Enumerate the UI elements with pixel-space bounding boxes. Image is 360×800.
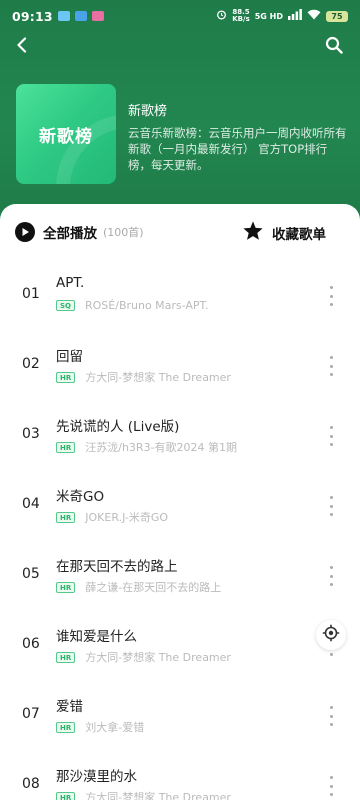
wifi-icon	[307, 9, 321, 23]
more-vertical-icon[interactable]	[326, 284, 336, 308]
star-icon	[242, 220, 264, 246]
locate-current-button[interactable]	[316, 620, 346, 650]
track-row[interactable]: 08 那沙漠里的水 HR 方大同-梦想家 The Dreamer	[0, 752, 360, 800]
chevron-left-icon	[15, 37, 29, 57]
track-number: 07	[22, 706, 40, 722]
signal-label: 5G HD	[254, 11, 283, 21]
playlist-header: 09:13 88.5 KB/s 5G HD 75 新歌榜 新歌榜 云音乐新歌榜：…	[0, 0, 360, 230]
track-title: 谁知爱是什么	[56, 629, 137, 645]
collect-playlist-button[interactable]: 收藏歌单	[242, 220, 326, 246]
track-number: 06	[22, 636, 40, 652]
quality-badge: HR	[56, 721, 76, 733]
collect-label: 收藏歌单	[272, 227, 326, 243]
playlist-cover-text: 新歌榜	[39, 126, 93, 147]
track-meta: SQ ROSÉ/Bruno Mars-APT.	[56, 299, 208, 312]
track-title: 回留	[56, 349, 83, 365]
playlist-title: 新歌榜	[128, 104, 168, 119]
locate-icon	[322, 624, 340, 646]
play-circle-icon	[15, 222, 35, 242]
nav-bar	[0, 32, 360, 62]
track-number: 03	[22, 426, 40, 442]
track-row[interactable]: 03 先说谎的人 (Live版) HR 汪苏泷/h3R3-有歌2024 第1期	[0, 402, 360, 472]
playlist-description[interactable]: 云音乐新歌榜：云音乐用户一周内收听所有新歌（一月内最新发行） 官方TOP排行榜，…	[128, 125, 350, 173]
track-title: APT.	[56, 275, 85, 291]
more-vertical-icon[interactable]	[326, 774, 336, 798]
more-vertical-icon[interactable]	[326, 354, 336, 378]
track-row[interactable]: 05 在那天回不去的路上 HR 薛之谦-在那天回不去的路上	[0, 542, 360, 612]
more-vertical-icon[interactable]	[326, 704, 336, 728]
play-all-label: 全部播放	[43, 226, 97, 242]
alarm-icon	[216, 9, 227, 23]
track-artist-album: 汪苏泷/h3R3-有歌2024 第1期	[85, 441, 238, 454]
track-artist-album: 方大同-梦想家 The Dreamer	[85, 371, 231, 384]
track-sheet: 全部播放 (100首) 收藏歌单 01 APT. SQ ROSÉ/Bruno Mars…	[0, 204, 360, 800]
quality-badge: HR	[56, 511, 76, 523]
search-button[interactable]	[322, 35, 346, 59]
track-artist-album: ROSÉ/Bruno Mars-APT.	[85, 299, 209, 312]
quality-badge: HR	[56, 441, 76, 453]
track-title: 米奇GO	[56, 489, 105, 505]
battery-indicator: 75	[326, 10, 348, 22]
track-meta: HR 薛之谦-在那天回不去的路上	[56, 579, 221, 595]
track-artist-album: 方大同-梦想家 The Dreamer	[85, 651, 231, 664]
track-row[interactable]: 06 谁知爱是什么 HR 方大同-梦想家 The Dreamer	[0, 612, 360, 682]
more-vertical-icon[interactable]	[326, 494, 336, 518]
quality-badge: HR	[56, 371, 76, 383]
back-button[interactable]	[10, 35, 34, 59]
track-artist-album: 方大同-梦想家 The Dreamer	[85, 791, 231, 800]
track-title: 那沙漠里的水	[56, 769, 137, 785]
track-title: 先说谎的人 (Live版)	[56, 419, 180, 435]
action-row: 全部播放 (100首) 收藏歌单	[0, 220, 360, 248]
track-artist-album: 刘大拿-爱错	[85, 721, 145, 734]
track-meta: HR 汪苏泷/h3R3-有歌2024 第1期	[56, 439, 237, 455]
track-row[interactable]: 02 回留 HR 方大同-梦想家 The Dreamer	[0, 332, 360, 402]
quality-badge: HR	[56, 581, 76, 593]
status-bar: 09:13 88.5 KB/s 5G HD 75	[0, 0, 360, 32]
track-meta: HR 刘大拿-爱错	[56, 719, 144, 735]
track-number: 05	[22, 566, 40, 582]
track-number: 08	[22, 776, 40, 792]
track-row[interactable]: 07 爱错 HR 刘大拿-爱错	[0, 682, 360, 752]
playlist-cover[interactable]: 新歌榜	[16, 84, 116, 184]
quality-badge: SQ	[56, 300, 75, 311]
track-count: (100首)	[103, 226, 144, 239]
track-number: 04	[22, 496, 40, 512]
track-number: 02	[22, 356, 40, 372]
search-icon	[325, 36, 343, 58]
track-meta: HR 方大同-梦想家 The Dreamer	[56, 789, 231, 800]
track-meta: HR JOKER.J-米奇GO	[56, 509, 168, 525]
notification-app-icon	[74, 11, 87, 21]
status-time: 09:13	[12, 8, 53, 24]
track-row[interactable]: 04 米奇GO HR JOKER.J-米奇GO	[0, 472, 360, 542]
track-artist-album: 薛之谦-在那天回不去的路上	[85, 581, 222, 594]
network-speed: 88.5 KB/s	[232, 8, 250, 23]
notification-app-icon	[57, 11, 70, 21]
notification-app-icon	[91, 11, 104, 21]
quality-badge: HR	[56, 651, 76, 663]
quality-badge: HR	[56, 791, 76, 800]
track-list: 01 APT. SQ ROSÉ/Bruno Mars-APT. 02 回留 HR 方大同-梦想…	[0, 262, 360, 800]
track-title: 爱错	[56, 699, 83, 715]
track-title: 在那天回不去的路上	[56, 559, 178, 575]
signal-icon	[288, 9, 302, 23]
track-row[interactable]: 01 APT. SQ ROSÉ/Bruno Mars-APT.	[0, 262, 360, 332]
play-all-button[interactable]: 全部播放 (100首)	[15, 222, 144, 242]
more-vertical-icon[interactable]	[326, 424, 336, 448]
track-number: 01	[22, 286, 40, 302]
track-artist-album: JOKER.J-米奇GO	[85, 511, 169, 524]
more-vertical-icon[interactable]	[326, 564, 336, 588]
track-meta: HR 方大同-梦想家 The Dreamer	[56, 369, 231, 385]
track-meta: HR 方大同-梦想家 The Dreamer	[56, 649, 231, 665]
